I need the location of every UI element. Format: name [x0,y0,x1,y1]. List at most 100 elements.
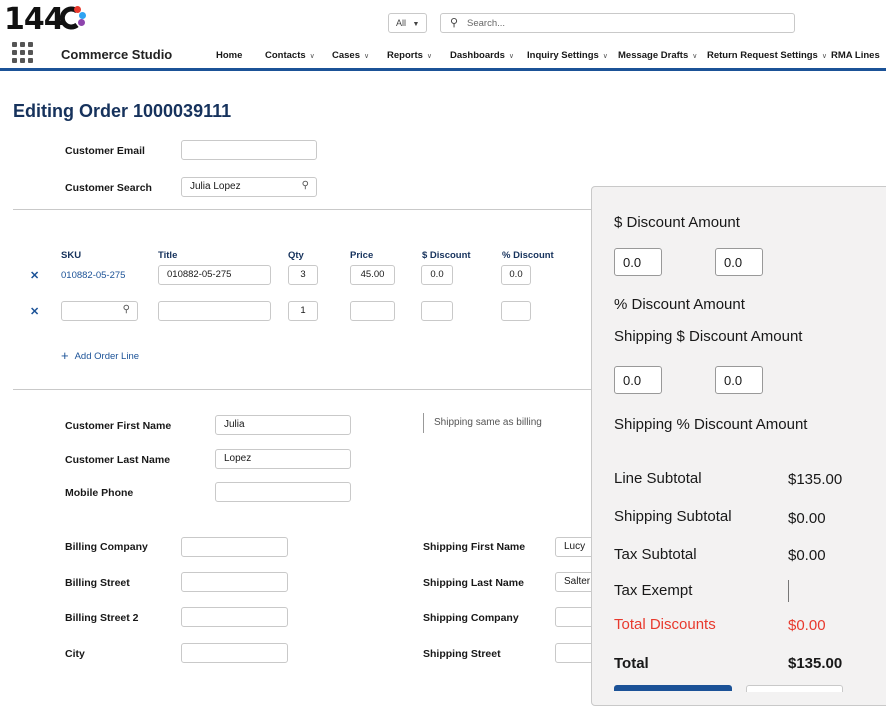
cancel-button[interactable] [746,685,843,692]
shipping-discount-percent-label: Shipping % Discount Amount [614,416,808,433]
customer-email-label: Customer Email [65,145,145,157]
tax-exempt-label: Tax Exempt [614,582,693,599]
city-label: City [65,648,85,660]
nav-item-contacts[interactable]: Contacts ∨ [265,50,315,61]
total-discounts-label: Total Discounts [614,616,716,633]
chevron-down-icon[interactable]: ∨ [692,53,697,60]
shipping-company-label: Shipping Company [423,612,519,624]
shipping-same-as-billing-label: Shipping same as billing [434,417,542,428]
discount-amount-input[interactable] [421,301,453,321]
chevron-down-icon[interactable]: ∨ [822,53,827,60]
customer-search-label: Customer Search [65,182,152,194]
plus-icon: + [61,348,69,363]
app-launcher-icon[interactable] [12,42,34,64]
qty-input[interactable]: 3 [288,265,318,285]
column-header-sku: SKU [61,250,82,261]
column-header-discount-amount: $ Discount [422,250,471,261]
nav-item-home[interactable]: Home [216,50,242,61]
column-header-price: Price [350,250,374,261]
discount-percent-label: % Discount Amount [614,296,745,313]
sku-search-input[interactable]: ⚲ [61,301,138,321]
nav-item-rma-lines[interactable]: RMA Lines [831,50,880,61]
shipping-subtotal-label: Shipping Subtotal [614,508,732,525]
search-icon[interactable]: ⚲ [123,304,130,315]
billing-company-label: Billing Company [65,541,148,553]
total-value: $135.00 [788,655,843,672]
billing-street-input[interactable] [181,572,288,592]
total-label: Total [614,655,649,672]
shipping-discount-amount-label: Shipping $ Discount Amount [614,328,803,345]
customer-first-name-input[interactable]: Julia [215,415,351,435]
chevron-down-icon[interactable]: ∨ [364,53,369,60]
global-header: 144 Commerce Studio All ▼ ⚲ Search... Ho… [0,0,886,72]
chevron-down-icon[interactable]: ∨ [509,53,514,60]
discount-amount-input-2[interactable]: 0.0 [715,248,763,276]
column-header-title: Title [158,250,178,261]
shipping-street-label: Shipping Street [423,648,501,660]
billing-street-2-input[interactable] [181,607,288,627]
total-discounts-value: $0.00 [788,617,826,634]
search-placeholder: Search... [467,18,506,29]
nav-item-inquiry-settings[interactable]: Inquiry Settings ∨ [527,50,608,61]
chevron-down-icon[interactable]: ∨ [603,53,608,60]
page-title: Editing Order 1000039111 [13,101,232,121]
shipping-last-name-label: Shipping Last Name [423,577,524,589]
discount-amount-input-1[interactable]: 0.0 [614,248,662,276]
nav-item-return-request-settings[interactable]: Return Request Settings ∨ [707,50,827,61]
customer-last-name-label: Customer Last Name [65,454,171,466]
shipping-same-as-billing-toggle[interactable]: Shipping same as billing [423,413,542,433]
search-icon[interactable]: ⚲ [302,180,309,191]
customer-email-input[interactable] [181,140,317,160]
remove-line-icon[interactable]: ✕ [30,269,39,282]
logo-c-mark [57,5,86,31]
billing-street-2-label: Billing Street 2 [65,612,139,624]
billing-company-input[interactable] [181,537,288,557]
header-accent-bar [0,68,886,71]
discount-percent-input[interactable] [501,301,531,321]
nav-item-message-drafts[interactable]: Message Drafts ∨ [618,50,697,61]
shipping-discount-amount-input-1[interactable]: 0.0 [614,366,662,394]
column-header-qty: Qty [288,250,304,261]
shipping-discount-amount-input-2[interactable]: 0.0 [715,366,763,394]
app-name: Commerce Studio [61,47,173,62]
order-summary-panel: $ Discount Amount 0.0 0.0 % Discount Amo… [591,186,886,706]
billing-street-label: Billing Street [65,577,130,589]
customer-search-value: Julia Lopez [190,181,241,192]
global-search-input[interactable]: ⚲ Search... [440,13,795,33]
remove-line-icon[interactable]: ✕ [30,305,39,318]
city-input[interactable] [181,643,288,663]
discount-amount-input[interactable]: 0.0 [421,265,453,285]
discount-amount-label: $ Discount Amount [614,214,740,231]
title-input[interactable]: 010882-05-275 [158,265,271,285]
qty-input[interactable]: 1 [288,301,318,321]
add-order-line-button[interactable]: + Add Order Line [61,348,139,363]
price-input[interactable]: 45.00 [350,265,395,285]
shipping-subtotal-value: $0.00 [788,510,826,527]
save-button[interactable] [614,685,732,691]
section-divider [13,389,591,390]
tax-subtotal-label: Tax Subtotal [614,546,697,563]
customer-search-input[interactable]: Julia Lopez ⚲ [181,177,317,197]
search-scope-select[interactable]: All ▼ [388,13,427,33]
line-subtotal-label: Line Subtotal [614,470,702,487]
price-input[interactable] [350,301,395,321]
search-scope-label: All [396,18,407,28]
tax-exempt-toggle[interactable] [788,580,789,602]
mobile-phone-input[interactable] [215,482,351,502]
tax-subtotal-value: $0.00 [788,547,826,564]
caret-down-icon: ▼ [412,21,420,28]
chevron-down-icon[interactable]: ∨ [427,53,432,60]
discount-percent-input[interactable]: 0.0 [501,265,531,285]
column-header-discount-percent: % Discount [502,250,554,261]
nav-item-dashboards[interactable]: Dashboards ∨ [450,50,514,61]
customer-first-name-label: Customer First Name [65,420,172,432]
section-divider [13,209,591,210]
nav-item-reports[interactable]: Reports ∨ [387,50,432,61]
title-input[interactable] [158,301,271,321]
sku-link[interactable]: 010882-05-275 [61,270,125,281]
search-icon: ⚲ [450,17,459,29]
nav-item-cases[interactable]: Cases ∨ [332,50,369,61]
chevron-down-icon[interactable]: ∨ [310,53,315,60]
customer-last-name-input[interactable]: Lopez [215,449,351,469]
line-subtotal-value: $135.00 [788,471,843,488]
